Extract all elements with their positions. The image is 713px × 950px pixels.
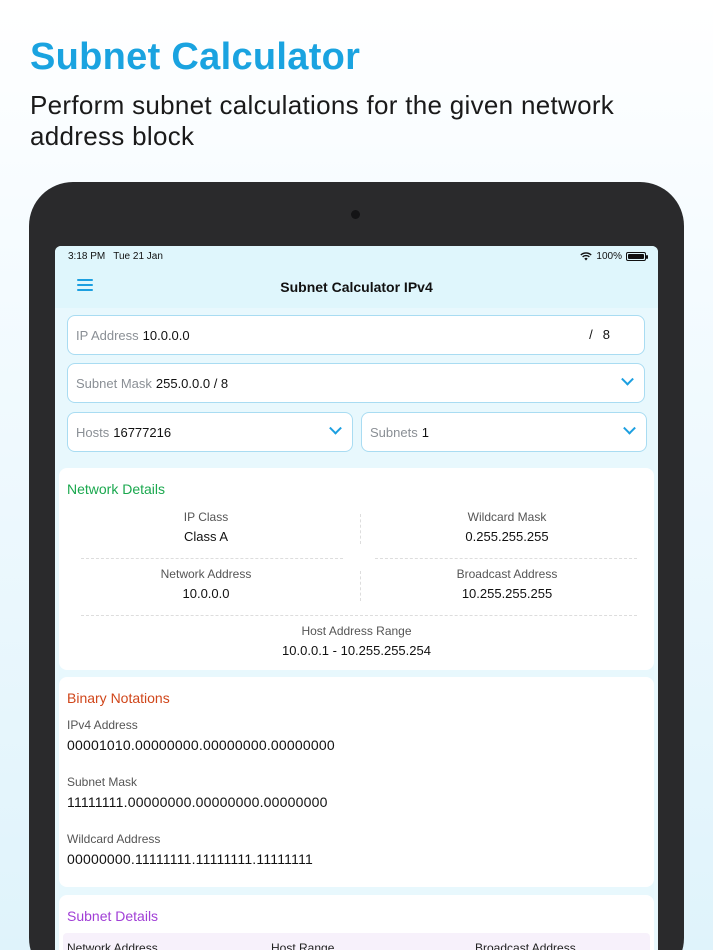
broadcast-address-cell: Broadcast Address 10.255.255.255 [362, 567, 652, 601]
camera-icon [351, 210, 360, 219]
prefix-value[interactable]: 8 [603, 327, 610, 342]
subnet-details-card: Subnet Details Network Address Host Rang… [59, 895, 654, 950]
ip-address-label: IP Address [76, 327, 139, 343]
network-details-card: Network Details IP Class Class A Wildcar… [59, 468, 654, 670]
hamburger-menu-icon[interactable] [77, 279, 93, 293]
battery-icon [626, 251, 648, 261]
promo-subtitle: Perform subnet calculations for the give… [30, 90, 615, 151]
binary-ipv4-label: IPv4 Address [67, 718, 138, 732]
hosts-select[interactable]: Hosts 16777216 [67, 412, 353, 452]
network-address-label: Network Address [160, 567, 252, 581]
status-bar: 3:18 PM Tue 21 Jan 100% [55, 246, 658, 266]
binary-ipv4-value: 00001010.00000000.00000000.00000000 [67, 737, 335, 753]
status-time: 3:18 PM [68, 250, 106, 262]
broadcast-address-label: Broadcast Address [456, 567, 558, 581]
chevron-down-icon[interactable] [621, 372, 634, 386]
host-range-value: 10.0.0.1 - 10.255.255.254 [282, 643, 431, 658]
wildcard-mask-label: Wildcard Mask [467, 510, 547, 524]
subnets-select[interactable]: Subnets 1 [361, 412, 647, 452]
column-network-address: Network Address [67, 941, 158, 950]
wildcard-mask-cell: Wildcard Mask 0.255.255.255 [362, 510, 652, 544]
subnet-table-header: Network Address Host Range Broadcast Add… [63, 933, 650, 950]
wifi-icon [580, 251, 593, 260]
nav-title: Subnet Calculator IPv4 [280, 279, 433, 295]
nav-bar: Subnet Calculator IPv4 [55, 266, 658, 308]
app-screen: 3:18 PM Tue 21 Jan 100% Subnet Calculator… [55, 246, 658, 950]
ip-address-value[interactable]: 10.0.0.0 [143, 328, 190, 343]
network-address-cell: Network Address 10.0.0.0 [61, 567, 351, 601]
divider [360, 571, 361, 601]
ip-address-field[interactable]: IP Address 10.0.0.0 / 8 [67, 315, 645, 355]
status-date: Tue 21 Jan [113, 250, 163, 262]
binary-subnet-mask-value: 11111111.00000000.00000000.00000000 [67, 794, 328, 810]
subnet-mask-select[interactable]: Subnet Mask 255.0.0.0 / 8 [67, 363, 645, 403]
divider [81, 615, 637, 616]
network-address-value: 10.0.0.0 [182, 586, 230, 601]
subnets-label: Subnets [370, 424, 418, 440]
subnet-mask-label: Subnet Mask [76, 375, 152, 391]
divider [360, 514, 361, 544]
binary-subnet-mask: Subnet Mask 11111111.00000000.00000000.0… [67, 775, 328, 810]
column-host-range: Host Range [271, 941, 335, 950]
wildcard-mask-value: 0.255.255.255 [465, 529, 549, 544]
ip-class-cell: IP Class Class A [61, 510, 351, 544]
binary-wildcard: Wildcard Address 00000000.11111111.11111… [67, 832, 313, 867]
binary-wildcard-value: 00000000.11111111.11111111.11111111 [67, 851, 314, 867]
column-broadcast-address: Broadcast Address [475, 941, 576, 950]
chevron-down-icon[interactable] [329, 421, 342, 435]
network-details-title: Network Details [67, 481, 166, 497]
promo-title: Subnet Calculator [30, 36, 361, 78]
ip-class-label: IP Class [183, 510, 229, 524]
tablet-frame: 3:18 PM Tue 21 Jan 100% Subnet Calculator… [29, 182, 684, 950]
broadcast-address-value: 10.255.255.255 [461, 586, 553, 601]
battery-percent: 100% [596, 250, 622, 262]
prefix-slash: / [589, 327, 593, 342]
binary-ipv4: IPv4 Address 00001010.00000000.00000000.… [67, 718, 335, 753]
binary-notations-card: Binary Notations IPv4 Address 00001010.0… [59, 677, 654, 887]
chevron-down-icon[interactable] [623, 421, 636, 435]
binary-subnet-mask-label: Subnet Mask [67, 775, 138, 789]
subnet-details-title: Subnet Details [67, 908, 159, 924]
subnets-value: 1 [421, 424, 429, 440]
binary-wildcard-label: Wildcard Address [67, 832, 161, 846]
ip-class-value: Class A [183, 529, 229, 544]
divider [81, 558, 343, 559]
divider [375, 558, 637, 559]
hosts-label: Hosts [76, 424, 110, 440]
host-range-label: Host Address Range [301, 624, 412, 638]
hosts-value: 16777216 [113, 424, 172, 440]
host-range-cell: Host Address Range 10.0.0.1 - 10.255.255… [61, 624, 652, 658]
binary-notations-title: Binary Notations [67, 690, 170, 706]
subnet-mask-value: 255.0.0.0 / 8 [155, 375, 229, 391]
